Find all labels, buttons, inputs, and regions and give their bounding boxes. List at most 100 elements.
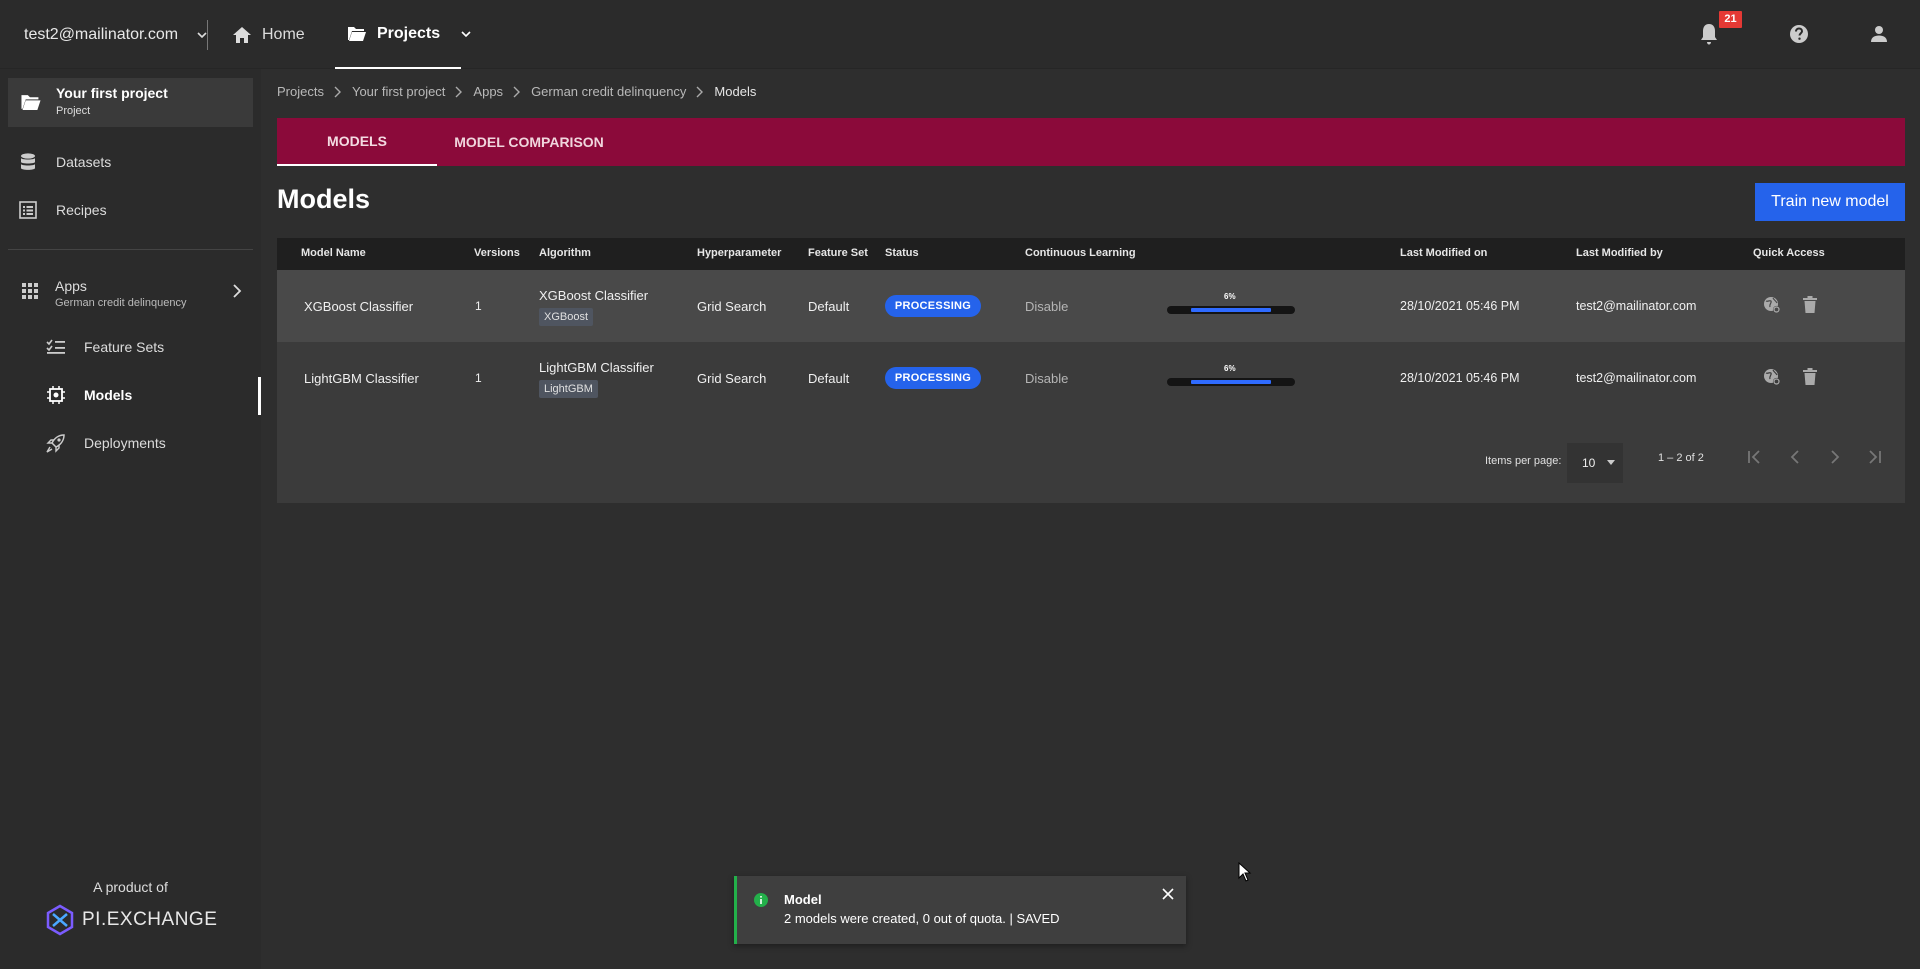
user-account-menu[interactable]: test2@mailinator.com [24, 0, 208, 69]
chevron-right-icon [232, 284, 242, 298]
train-new-model-button[interactable]: Train new model [1755, 183, 1905, 221]
column-header[interactable]: Last Modified on [1400, 247, 1487, 259]
tab-model-comparison[interactable]: MODEL COMPARISON [437, 118, 621, 166]
user-email: test2@mailinator.com [24, 25, 179, 43]
tab-bar: MODELS MODEL COMPARISON [277, 118, 1905, 166]
notification-badge: 21 [1719, 11, 1742, 28]
last-modified-by: test2@mailinator.com [1576, 299, 1697, 313]
last-modified-on: 28/10/2021 05:46 PM [1400, 299, 1520, 313]
continuous-learning-value: Disable [1025, 371, 1069, 386]
column-header[interactable]: Algorithm [539, 247, 591, 259]
notification-bell-icon[interactable] [1699, 22, 1719, 46]
breadcrumb-projects[interactable]: Projects [277, 84, 324, 99]
model-name[interactable]: LightGBM Classifier [304, 371, 419, 386]
table-row[interactable]: XGBoost Classifier 1 XGBoost Classifier … [277, 270, 1905, 342]
delete-icon[interactable] [1803, 296, 1817, 314]
mouse-cursor-icon [1238, 862, 1252, 882]
home-icon [232, 26, 252, 44]
status-badge: PROCESSING [885, 295, 981, 317]
sidebar-item-label: Feature Sets [84, 339, 165, 355]
sidebar-item-models[interactable]: Models [28, 380, 132, 410]
model-versions: 1 [475, 299, 482, 313]
column-header: Quick Access [1753, 247, 1825, 259]
pagination-range: 1 – 2 of 2 [1658, 452, 1704, 464]
tab-models[interactable]: MODELS [277, 118, 437, 166]
progress-fill [1191, 380, 1271, 384]
breadcrumb-project[interactable]: Your first project [352, 84, 445, 99]
next-page-icon[interactable] [1826, 448, 1844, 466]
sidebar-item-label: Deployments [84, 435, 166, 451]
model-algorithm: LightGBM Classifier [539, 360, 654, 375]
top-bar: test2@mailinator.com Home Projects 21 [0, 0, 1920, 69]
column-header[interactable]: Versions [474, 247, 520, 259]
divider [207, 20, 208, 50]
algorithm-tag: LightGBM [539, 380, 598, 398]
chevron-right-icon [686, 86, 714, 98]
user-profile-icon[interactable] [1870, 25, 1888, 43]
divider [8, 249, 253, 250]
model-hyperparameter: Grid Search [697, 371, 767, 386]
first-page-icon[interactable] [1746, 448, 1764, 466]
projects-label: Projects [377, 24, 441, 42]
chevron-right-icon [445, 86, 473, 98]
last-modified-on: 28/10/2021 05:46 PM [1400, 371, 1520, 385]
column-header[interactable]: Model Name [301, 247, 366, 259]
sidebar-item-deployments[interactable]: Deployments [28, 428, 166, 458]
column-header[interactable]: Continuous Learning [1025, 247, 1136, 259]
chevron-right-icon [503, 86, 531, 98]
model-feature-set: Default [808, 299, 850, 314]
pi-exchange-logo: PI.EXCHANGE [44, 904, 217, 936]
project-title: Your first project [56, 85, 168, 101]
previous-page-icon[interactable] [1786, 448, 1804, 466]
sidebar-item-feature-sets[interactable]: Feature Sets [28, 332, 164, 362]
last-page-icon[interactable] [1865, 448, 1883, 466]
model-versions: 1 [475, 371, 482, 385]
column-header[interactable]: Status [885, 247, 919, 259]
help-icon[interactable] [1789, 24, 1809, 44]
continuous-learning-value: Disable [1025, 299, 1069, 314]
progress-fill [1191, 308, 1271, 312]
column-header[interactable]: Last Modified by [1576, 247, 1663, 259]
database-icon [0, 153, 56, 171]
model-name[interactable]: XGBoost Classifier [304, 299, 413, 314]
delete-icon[interactable] [1803, 368, 1817, 386]
progress-bar [1167, 306, 1295, 314]
deploy-globe-icon[interactable] [1763, 368, 1781, 386]
logo-text: PI.EXCHANGE [82, 909, 218, 930]
project-subtitle: Project [56, 105, 91, 117]
page-title: Models [277, 184, 371, 214]
model-feature-set: Default [808, 371, 850, 386]
sidebar-item-label: Datasets [56, 154, 112, 170]
items-per-page-select[interactable]: 10 [1567, 443, 1623, 483]
close-icon[interactable] [1162, 888, 1174, 900]
model-algorithm: XGBoost Classifier [539, 288, 649, 303]
sidebar-item-label: Models [84, 387, 133, 403]
footer-text: A product of [93, 879, 168, 895]
sidebar-item-recipes[interactable]: Recipes [0, 195, 107, 225]
chevron-down-icon[interactable] [460, 28, 472, 40]
table-header: Model Name Versions Algorithm Hyperparam… [277, 238, 1905, 270]
breadcrumb: Projects Your first project Apps German … [277, 84, 756, 99]
quick-access-actions [1763, 296, 1817, 314]
rocket-icon [28, 433, 84, 453]
breadcrumb-app[interactable]: German credit delinquency [531, 84, 686, 99]
breadcrumb-current: Models [714, 84, 757, 99]
last-modified-by: test2@mailinator.com [1576, 371, 1697, 385]
projects-nav-link[interactable]: Projects [335, 0, 471, 69]
sidebar-item-datasets[interactable]: Datasets [0, 147, 111, 177]
breadcrumb-apps[interactable]: Apps [473, 84, 503, 99]
algorithm-tag: XGBoost [539, 308, 594, 326]
table-row[interactable]: LightGBM Classifier 1 LightGBM Classifie… [277, 342, 1905, 414]
current-project-card[interactable]: Your first project Project [8, 78, 253, 127]
column-header[interactable]: Hyperparameter [697, 247, 781, 259]
model-hyperparameter: Grid Search [697, 299, 767, 314]
chip-icon [28, 386, 84, 404]
progress-label: 6% [1224, 364, 1236, 373]
folder-open-icon [20, 93, 42, 111]
progress-label: 6% [1224, 292, 1236, 301]
toast-title: Model [784, 892, 822, 907]
column-header[interactable]: Feature Set [808, 247, 868, 259]
items-per-page-label: Items per page: [1485, 455, 1562, 467]
home-nav-link[interactable]: Home [232, 0, 305, 69]
deploy-globe-icon[interactable] [1763, 296, 1781, 314]
